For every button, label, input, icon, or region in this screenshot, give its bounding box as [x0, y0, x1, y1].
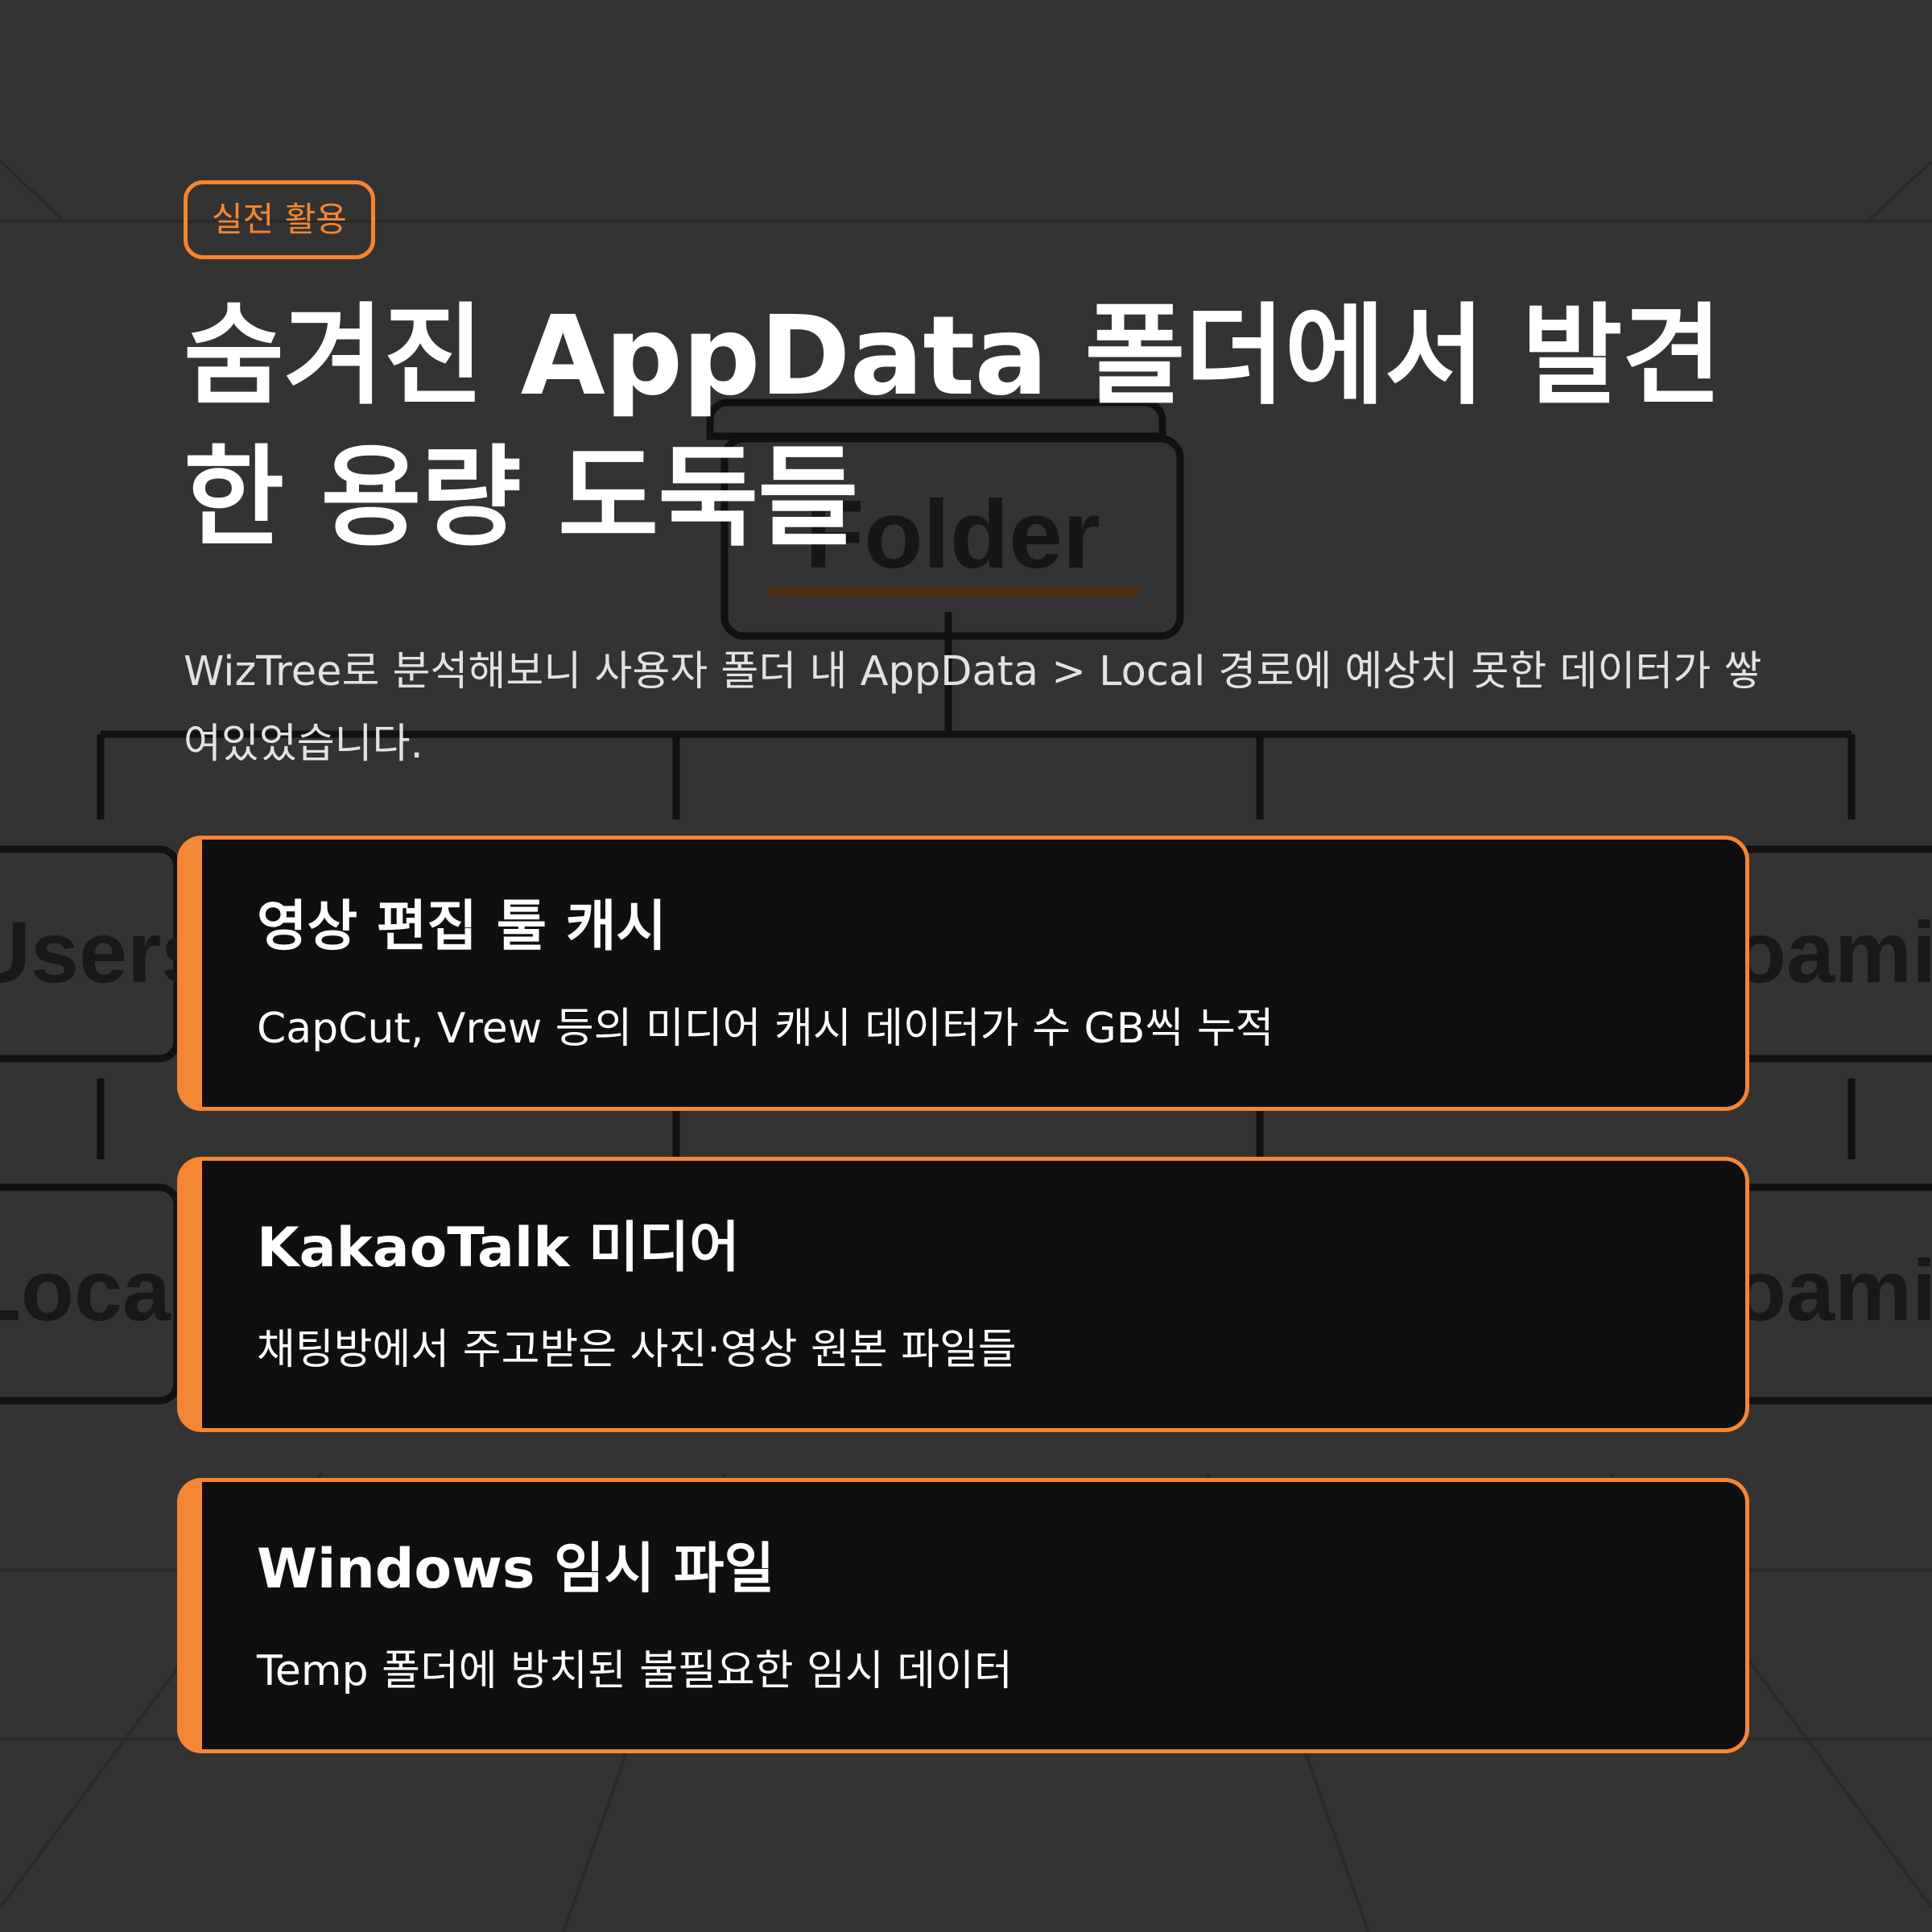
intro-text: WizTree로 분석해보니 사용자 폴더 내 AppData > Local …	[184, 648, 1762, 768]
category-badge: 실전 활용	[184, 180, 375, 259]
card-title: 영상 편집 툴 캐시	[257, 895, 667, 959]
page-title: 숨겨진 AppData 폴더에서 발견한 용량 도둑들	[184, 293, 1723, 562]
card-description: 채팅방에서 주고받은 사진·영상 원본 파일들	[257, 1326, 1017, 1374]
slide-content: 실전 활용 숨겨진 AppData 폴더에서 발견한 용량 도둑들 WizTre…	[0, 0, 1932, 1932]
info-card-cache: 영상 편집 툴 캐시 CapCut, Vrew 등의 미디어 캐시 데이터가 수…	[177, 836, 1749, 1111]
info-card-temp: Windows 임시 파일 Temp 폴더에 방치된 불필요한 임시 데이터	[177, 1478, 1749, 1753]
info-card-kakaotalk: KakaoTalk 미디어 채팅방에서 주고받은 사진·영상 원본 파일들	[177, 1157, 1749, 1432]
card-description: Temp 폴더에 방치된 불필요한 임시 데이터	[257, 1647, 1013, 1695]
card-title: KakaoTalk 미디어	[257, 1216, 740, 1280]
card-description: CapCut, Vrew 등의 미디어 캐시 데이터가 수 GB씩 누적	[257, 1005, 1274, 1053]
card-title: Windows 임시 파일	[257, 1538, 774, 1601]
